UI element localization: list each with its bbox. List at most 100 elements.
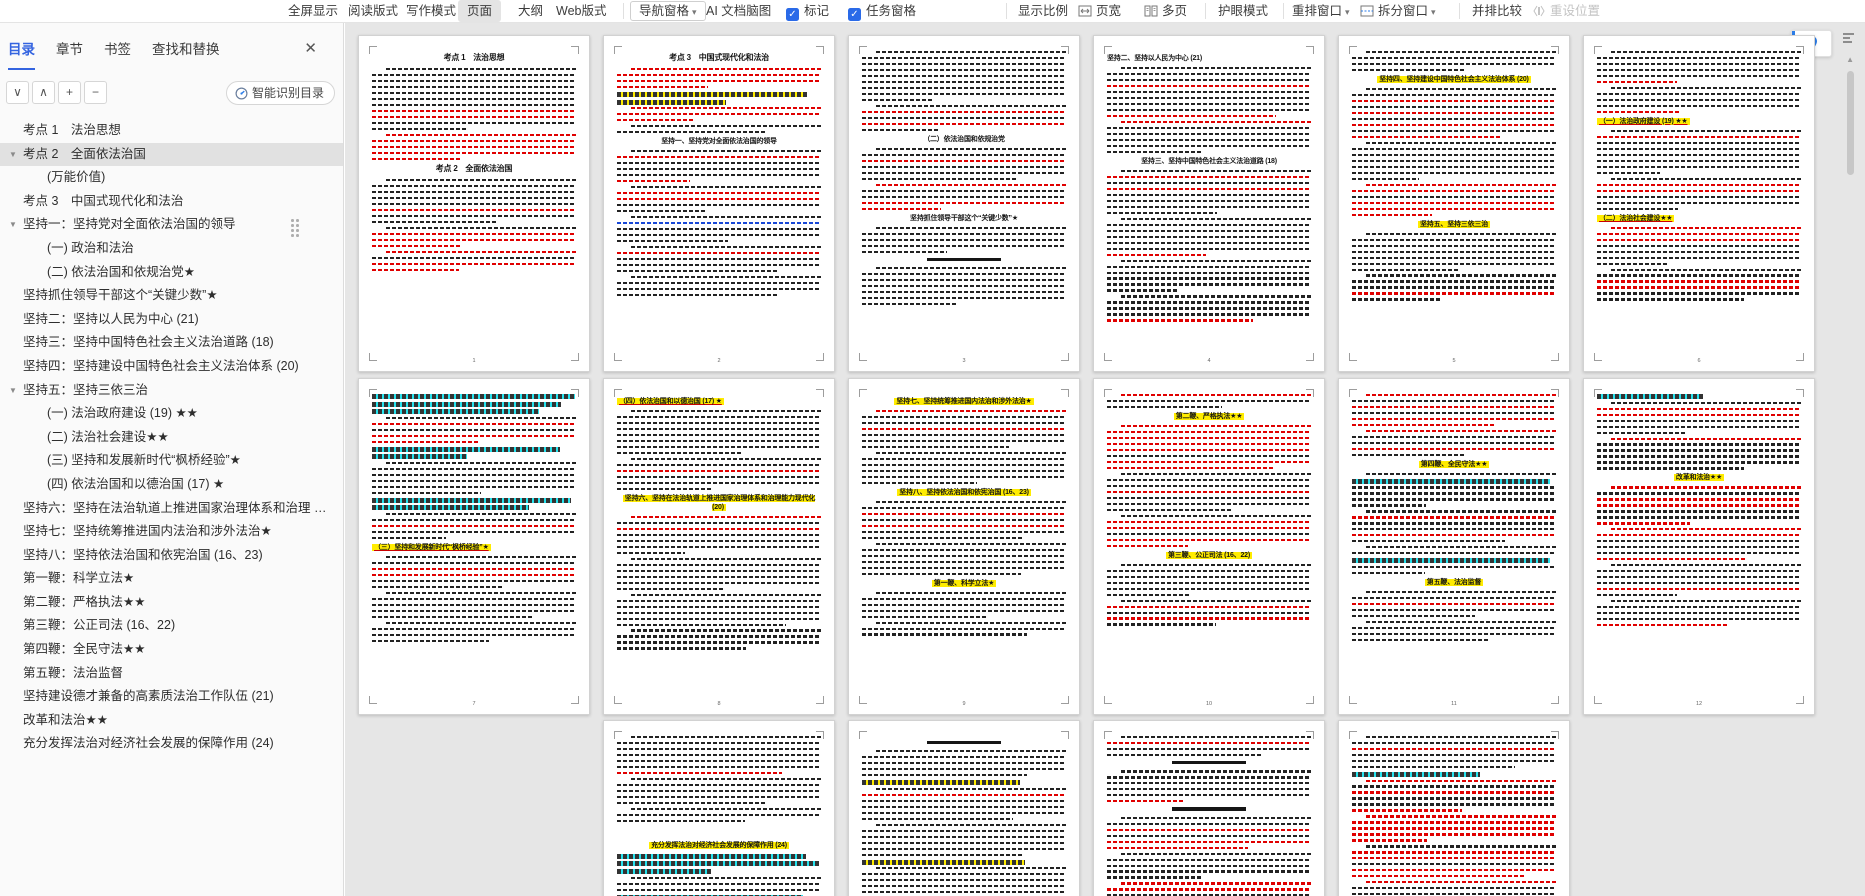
pane-tab-目录[interactable]: 目录 <box>8 38 35 66</box>
document-page-thumbnail[interactable]: 坚持七、坚持统筹推进国内法治和涉外法治★坚持八、坚持依法治国和依宪治国 (16、… <box>848 378 1080 715</box>
toolbar-item-护眼模式[interactable]: 护眼模式 <box>1218 0 1268 22</box>
document-page-thumbnail[interactable]: （四）依法治国和以德治国 (17) ★坚持六、坚持在法治轨道上推进国家治理体系和… <box>603 378 835 715</box>
toc-item[interactable]: 坚持七：坚持统筹推进国内法治和涉外法治★ <box>0 520 343 544</box>
text-line <box>617 80 821 82</box>
document-page-thumbnail[interactable]: 考点 1 法治思想考点 2 全面依法治国1 <box>358 35 590 372</box>
collapse-arrow-icon[interactable]: ▼ <box>9 379 17 403</box>
text-line <box>1107 491 1311 493</box>
collapse-arrow-icon[interactable]: ▼ <box>9 143 17 167</box>
document-page-thumbnail[interactable]: 坚持二、坚持以人民为中心 (21)坚持三、坚持中国特色社会主义法治道路 (18)… <box>1093 35 1325 372</box>
highlighted-text-line <box>372 394 575 399</box>
toc-item[interactable]: (二) 法治社会建设★★ <box>0 426 343 450</box>
toc-item[interactable]: 第三鞭：公正司法 (16、22) <box>0 614 343 638</box>
pane-tab-章节[interactable]: 章节 <box>56 38 83 66</box>
smart-recognize-toc-button[interactable]: 智能识别目录 <box>226 81 335 105</box>
document-page-thumbnail[interactable]: （一）法治政府建设 (19) ★★（二）法治社会建设★★6 <box>1583 35 1815 372</box>
document-page-thumbnail[interactable]: 15 <box>1093 720 1325 896</box>
toolbar-item-任务窗格[interactable]: ✓任务窗格 <box>848 0 916 22</box>
toc-item[interactable]: (四) 依法治国和以德治国 (17) ★ <box>0 473 343 497</box>
toolbar-item-标记[interactable]: ✓标记 <box>786 0 829 22</box>
toolbar-item-写作模式[interactable]: 写作模式 <box>406 0 456 22</box>
toc-item[interactable]: (二) 依法治国和依规治党★ <box>0 261 343 285</box>
text-line <box>1597 166 1801 168</box>
toc-item[interactable]: 考点 3 中国式现代化和法治 <box>0 190 343 214</box>
toolbar-item-页宽[interactable]: 页宽 <box>1078 0 1121 22</box>
toolbar-item-拆分窗口[interactable]: 拆分窗口▾ <box>1360 0 1436 22</box>
document-page-thumbnail[interactable]: 16 <box>1338 720 1570 896</box>
zoom-in-icon[interactable]: + <box>58 81 81 104</box>
pane-resize-handle[interactable] <box>291 219 304 238</box>
toc-item[interactable]: 坚持建设德才兼备的高素质法治工作队伍 (21) <box>0 685 343 709</box>
toc-item[interactable]: 第二鞭：严格执法★★ <box>0 591 343 615</box>
document-page-thumbnail[interactable]: 14 <box>848 720 1080 896</box>
page-heading-text: 第一鞭、科学立法★ <box>932 580 996 587</box>
toolbar-item-导航窗格[interactable]: 导航窗格▾ <box>630 1 706 21</box>
toc-item[interactable]: 第五鞭：法治监督 <box>0 662 343 686</box>
text-line <box>372 586 504 588</box>
checkbox-checked-icon[interactable]: ✓ <box>848 8 861 21</box>
vertical-scrollbar[interactable] <box>1847 71 1854 175</box>
text-line <box>862 836 1066 838</box>
scroll-up-icon[interactable]: ▲ <box>1846 55 1854 64</box>
document-page-thumbnail[interactable]: 考点 3 中国式现代化和法治坚持一、坚持党对全面依法治国的领导2 <box>603 35 835 372</box>
toc-item[interactable]: (万能价值) <box>0 166 343 190</box>
text-line <box>617 470 821 472</box>
text-line <box>1611 438 1801 440</box>
toc-item[interactable]: ▼考点 2 全面依法治国 <box>0 143 343 167</box>
toolbar-item-显示比例[interactable]: 显示比例 <box>1018 0 1068 22</box>
toc-item[interactable]: 充分发挥法治对经济社会发展的保障作用 (24) <box>0 732 343 756</box>
text-line <box>1597 172 1660 174</box>
toolbar-item-阅读版式[interactable]: 阅读版式 <box>348 0 398 22</box>
collapse-arrow-icon[interactable]: ▼ <box>9 213 17 237</box>
checkbox-checked-icon[interactable]: ✓ <box>786 8 799 21</box>
document-page-thumbnail[interactable]: （二）依法治国和依规治党坚持抓住领导干部这个“关键少数”★3 <box>848 35 1080 372</box>
view-options-icon[interactable] <box>1839 31 1857 49</box>
document-page-thumbnail[interactable]: （三）坚持和发展新时代“枫桥经验”★7 <box>358 378 590 715</box>
pane-tab-查找和替换[interactable]: 查找和替换 <box>152 38 220 66</box>
text-line <box>1107 888 1311 890</box>
text-line <box>1597 540 1801 542</box>
document-page-thumbnail[interactable]: 坚持四、坚持建设中国特色社会主义法治体系 (20)坚持五、坚持三依三治5 <box>1338 35 1570 372</box>
toolbar-separator <box>1205 3 1206 19</box>
toolbar-item-Web版式[interactable]: Web版式 <box>556 0 606 22</box>
document-page-thumbnail[interactable]: 第四鞭、全民守法★★第五鞭、法治监督11 <box>1338 378 1570 715</box>
toc-item[interactable]: 坚持六：坚持在法治轨道上推进国家治理体系和治理 … <box>0 497 343 521</box>
text-line <box>372 468 576 470</box>
toc-item[interactable]: 坚持八：坚持依法治国和依宪治国 (16、23) <box>0 544 343 568</box>
toolbar-item-label: 全屏显示 <box>288 4 338 18</box>
pane-tab-书签[interactable]: 书签 <box>104 38 131 66</box>
zoom-out-icon[interactable]: − <box>84 81 107 104</box>
toc-item[interactable]: 第一鞭：科学立法★ <box>0 567 343 591</box>
toc-item[interactable]: ▼坚持五：坚持三依三治 <box>0 379 343 403</box>
text-line <box>1352 57 1556 59</box>
document-page-thumbnail[interactable]: 第二鞭、严格执法★★第三鞭、公正司法 (16、22)10 <box>1093 378 1325 715</box>
toc-item[interactable]: (一) 政治和法治 <box>0 237 343 261</box>
toc-item[interactable]: 坚持四：坚持建设中国特色社会主义法治体系 (20) <box>0 355 343 379</box>
toolbar-item-大纲[interactable]: 大纲 <box>518 0 543 22</box>
toc-item[interactable]: 坚持二：坚持以人民为中心 (21) <box>0 308 343 332</box>
toolbar-item-并排比较[interactable]: 并排比较 <box>1472 0 1522 22</box>
toc-item[interactable]: 坚持三：坚持中国特色社会主义法治道路 (18) <box>0 331 343 355</box>
toolbar-item-重排窗口[interactable]: 重排窗口▾ <box>1292 0 1350 22</box>
toc-item[interactable]: 第四鞭：全民守法★★ <box>0 638 343 662</box>
text-line <box>617 784 821 786</box>
toc-item[interactable]: 改革和法治★★ <box>0 709 343 733</box>
document-page-thumbnail[interactable]: 改革和法治★★12 <box>1583 378 1815 715</box>
toc-item[interactable]: 考点 1 法治思想 <box>0 119 343 143</box>
text-line <box>372 215 576 217</box>
collapse-all-icon[interactable]: ∨ <box>6 81 29 104</box>
close-pane-icon[interactable]: ✕ <box>304 39 317 57</box>
toolbar-item-多页[interactable]: 多页 <box>1144 0 1187 22</box>
toc-item[interactable]: (一) 法治政府建设 (19) ★★ <box>0 402 343 426</box>
toolbar-item-全屏显示[interactable]: 全屏显示 <box>288 0 338 22</box>
toolbar-item-页面[interactable]: 页面 <box>458 0 501 22</box>
expand-all-icon[interactable]: ∧ <box>32 81 55 104</box>
toolbar-item-AI-文档脑图[interactable]: AI 文档脑图 <box>706 0 771 22</box>
text-line <box>1352 178 1419 180</box>
text-line <box>631 808 821 810</box>
document-page-thumbnail[interactable]: 充分发挥法治对经济社会发展的保障作用 (24)13 <box>603 720 835 896</box>
text-line <box>1597 111 1679 113</box>
toc-item[interactable]: (三) 坚持和发展新时代“枫桥经验”★ <box>0 449 343 473</box>
text-line <box>1107 545 1188 547</box>
toc-item[interactable]: 坚持抓住领导干部这个“关键少数”★ <box>0 284 343 308</box>
